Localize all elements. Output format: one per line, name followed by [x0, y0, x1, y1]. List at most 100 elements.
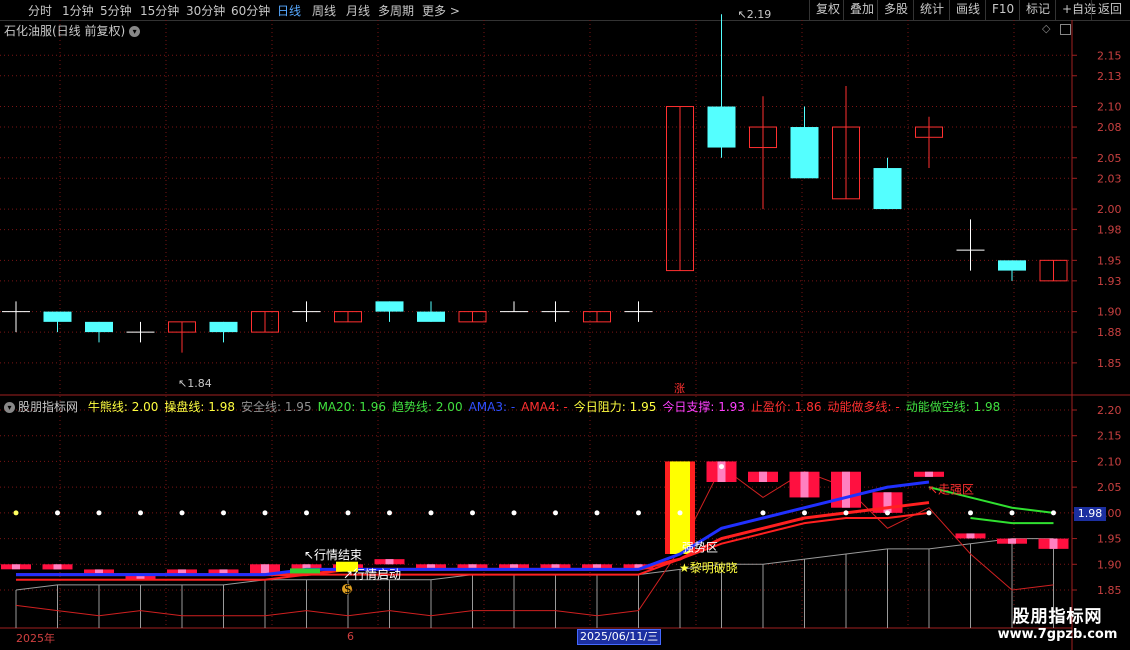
- indicator-block-core: [966, 533, 975, 539]
- kline-chart[interactable]: 2.15 2.13 2.10 2.08 2.05 2.03 2.00 1.98 1.95 1.93…: [0, 0, 1130, 650]
- legend-item-5: AMA3: -: [468, 400, 516, 414]
- candle-body: [209, 321, 238, 333]
- low-price-label: ↖1.84: [178, 377, 212, 390]
- high-price-label: ↖2.19: [738, 8, 772, 21]
- legend-item-1: 操盘线: 1.98: [164, 400, 235, 414]
- candle-body: [43, 311, 72, 322]
- signal-dot: [428, 510, 434, 516]
- signal-dot: [387, 510, 392, 516]
- price-tick-label: 2.03: [1097, 172, 1122, 185]
- chevron-down-icon[interactable]: ▾: [4, 402, 15, 413]
- signal-dot: [926, 510, 932, 516]
- annotation-strong: 强势区: [682, 540, 718, 554]
- legend-item-10: 动能做多线: -: [827, 400, 900, 414]
- indicator-tick-label: 1.90: [1097, 558, 1122, 571]
- last-value-box: 1.98: [1074, 507, 1106, 521]
- signal-dot: [345, 510, 351, 516]
- rise-marker: 涨: [674, 382, 685, 395]
- signal-dot: [1051, 510, 1056, 516]
- indicator-block-core: [53, 564, 62, 570]
- indicator-legend: ▾ 股朋指标网 牛熊线: 2.00 操盘线: 1.98 安全线: 1.95 MA20: …: [4, 398, 1012, 415]
- stop-line: [15, 465, 1054, 617]
- signal-dot: [96, 510, 102, 516]
- candle-body: [417, 311, 445, 322]
- signal-dot: [138, 510, 143, 516]
- candle-body: [998, 260, 1026, 271]
- price-tick-label: 1.88: [1097, 326, 1122, 339]
- indicator-tick-label: 1.85: [1097, 584, 1122, 597]
- price-tick-label: 1.98: [1097, 224, 1122, 237]
- candle-body: [707, 106, 736, 148]
- signal-dot: [677, 510, 683, 516]
- momentum-short-line2: [970, 517, 1054, 525]
- legend-item-0: 牛熊线: 2.00: [87, 400, 159, 414]
- watermark-title: 股朋指标网: [1012, 607, 1103, 627]
- cursor-date: 2025/06/11/三: [577, 629, 662, 645]
- signal-dot: [13, 510, 19, 516]
- signal-dot: [511, 510, 517, 516]
- legend-item-2: 安全线: 1.95: [241, 400, 312, 414]
- indicator-tick-label: 2.10: [1097, 455, 1122, 468]
- signal-dot: [304, 510, 309, 516]
- signal-dot: [802, 510, 807, 516]
- candle-body: [85, 321, 113, 333]
- indicator-block-core: [385, 559, 394, 565]
- annotation-start: ↗行情启动: [343, 568, 401, 582]
- price-tick-label: 2.13: [1097, 70, 1122, 83]
- signal-dot: [636, 510, 641, 516]
- watermark: 股朋指标网 www.7gpzb.com: [985, 602, 1130, 642]
- safety-line: [15, 538, 1054, 591]
- candle-body: [873, 168, 902, 210]
- price-tick-label: 2.10: [1097, 101, 1122, 114]
- legend-item-6: AMA4: -: [521, 400, 568, 414]
- annotation-strong2: ↖走强区: [928, 482, 974, 496]
- signal-dot: [594, 510, 600, 516]
- signal-dot: [470, 510, 475, 516]
- indicator-tick-label: 2.15: [1097, 430, 1122, 443]
- legend-item-9: 止盈价: 1.86: [750, 400, 822, 414]
- signal-dot: [262, 510, 268, 516]
- price-tick-label: 1.85: [1097, 357, 1122, 370]
- signal-dot: [968, 510, 973, 516]
- indicator-block-core: [1049, 538, 1058, 549]
- price-tick-label: 2.15: [1097, 49, 1122, 62]
- indicator-block-core: [800, 471, 809, 498]
- indicator-block-core: [925, 471, 933, 477]
- price-tick-label: 1.90: [1097, 306, 1122, 319]
- annotation-end: ↖行情结束: [304, 548, 362, 562]
- legend-item-4: 趋势线: 2.00: [392, 400, 463, 414]
- signal-dot: [760, 510, 766, 516]
- coin-icon-label: $: [344, 582, 352, 596]
- price-tick-label: 2.08: [1097, 121, 1122, 134]
- legend-item-11: 动能做空线: 1.98: [905, 400, 1001, 414]
- indicator-block-core: [12, 564, 20, 570]
- price-tick-label: 1.93: [1097, 275, 1122, 288]
- signal-dot: [221, 510, 226, 516]
- start-marker-green: [290, 568, 320, 574]
- indicator-tick-label: 2.05: [1097, 481, 1122, 494]
- month-label: 6: [347, 630, 354, 643]
- signal-dot: [1009, 510, 1015, 516]
- indicator-block-core: [1008, 538, 1016, 544]
- watermark-url: www.7gpzb.com: [997, 627, 1118, 642]
- signal-dot: [719, 464, 724, 470]
- price-tick-label: 2.00: [1097, 203, 1122, 216]
- indicator-block-core: [883, 492, 892, 513]
- legend-item-8: 今日支撑: 1.93: [662, 400, 745, 414]
- indicator-tick-label: 1.95: [1097, 533, 1122, 546]
- indicator-tick-label: 2.20: [1097, 404, 1122, 417]
- legend-item-7: 今日阻力: 1.95: [573, 400, 657, 414]
- indicator-block-core: [759, 471, 767, 482]
- price-tick-label: 1.95: [1097, 254, 1122, 267]
- candle-body: [375, 301, 404, 312]
- price-tick-label: 2.05: [1097, 152, 1122, 165]
- year-label: 2025年: [16, 632, 55, 645]
- signal-dot: [843, 510, 849, 516]
- signal-dot: [179, 510, 185, 516]
- legend-item-3: MA20: 1.96: [317, 400, 386, 414]
- annotation-dawn: ★黎明破晓: [679, 560, 738, 575]
- signal-dot: [885, 510, 890, 516]
- signal-dot: [55, 510, 60, 516]
- signal-dot: [553, 510, 558, 516]
- indicator-name[interactable]: 股朋指标网: [18, 400, 78, 414]
